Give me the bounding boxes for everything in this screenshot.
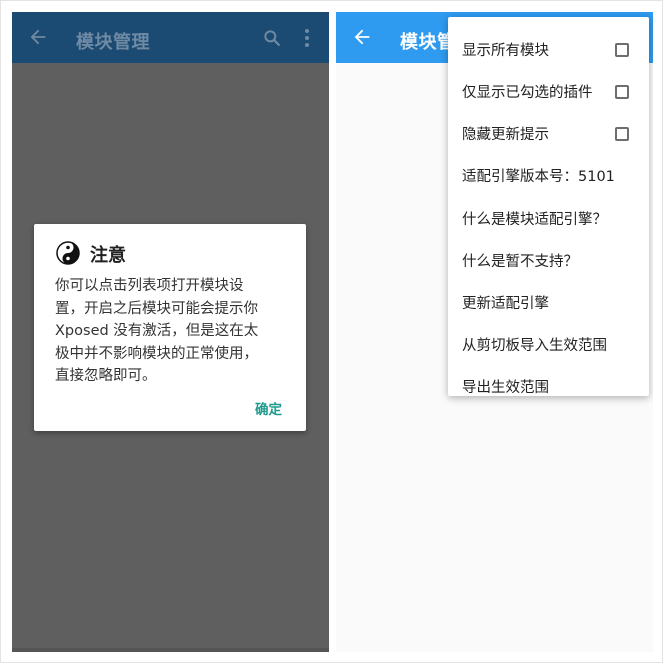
menu-item-label: 隐藏更新提示 — [462, 127, 549, 143]
menu-item-label: 显示所有模块 — [462, 43, 549, 59]
dialog-title: 注意 — [90, 245, 126, 266]
back-arrow-icon[interactable] — [351, 26, 373, 48]
taiji-icon — [56, 241, 80, 265]
menu-item-engine-version[interactable]: 适配引擎版本号：5101 — [462, 156, 642, 198]
navigation-bar — [12, 648, 329, 652]
menu-item-label: 什么是模块适配引擎？ — [462, 212, 607, 228]
menu-item-update-engine[interactable]: 更新适配引擎 — [462, 283, 642, 325]
menu-item-what-is-engine[interactable]: 什么是模块适配引擎？ — [462, 199, 642, 241]
notice-dialog: 注意 你可以点击列表项打开模块设 置，开启之后模块可能会提示你 Xposed 没… — [34, 224, 306, 431]
page-title: 模块管理 — [76, 32, 150, 53]
menu-item-import-scope[interactable]: 从剪切板导入生效范围 — [462, 325, 642, 367]
dialog-line: Xposed 没有激活，但是这在太 — [55, 323, 259, 339]
left-toolbar: 模块管理 — [12, 12, 329, 63]
show-checked-only-checkbox[interactable] — [615, 85, 629, 99]
dialog-line: 直接忽略即可。 — [55, 368, 157, 384]
dialog-line: 置，开启之后模块可能会提示你 — [55, 300, 258, 317]
show-all-modules-checkbox[interactable] — [615, 43, 629, 57]
menu-item-label: 更新适配引擎 — [462, 296, 549, 312]
menu-item-label: 适配引擎版本号：5101 — [462, 169, 615, 185]
menu-item-label: 导出生效范围 — [462, 380, 549, 396]
more-vert-icon[interactable] — [304, 28, 310, 48]
left-phone-screen: 模块管理 注意 你可以点击列表项打开模块设 置，开启之后模块可能会提示你 Xpo… — [12, 12, 329, 652]
search-icon[interactable] — [262, 28, 282, 48]
dialog-message: 你可以点击列表项打开模块设 置，开启之后模块可能会提示你 Xposed 没有激活… — [55, 275, 291, 388]
menu-item-what-is-unsupported[interactable]: 什么是暂不支持？ — [462, 241, 642, 283]
menu-item-label: 从剪切板导入生效范围 — [462, 338, 607, 354]
menu-item-label: 什么是暂不支持？ — [462, 254, 578, 270]
menu-item-export-scope[interactable]: 导出生效范围 — [462, 367, 642, 409]
dialog-line: 极中并不影响模块的正常使用， — [55, 345, 258, 362]
right-phone-screen: 模块管 显示所有模块 仅显示已勾选的插件 隐藏更新提示 适配引擎版本号：5101… — [336, 12, 653, 652]
menu-item-label: 仅显示已勾选的插件 — [462, 85, 593, 101]
dialog-line: 你可以点击列表项打开模块设 — [55, 278, 244, 294]
hide-update-hint-checkbox[interactable] — [615, 127, 629, 141]
ok-button[interactable]: 确定 — [255, 398, 282, 418]
overflow-menu: 显示所有模块 仅显示已勾选的插件 隐藏更新提示 适配引擎版本号：5101 什么是… — [448, 17, 649, 396]
back-arrow-icon[interactable] — [27, 26, 49, 48]
